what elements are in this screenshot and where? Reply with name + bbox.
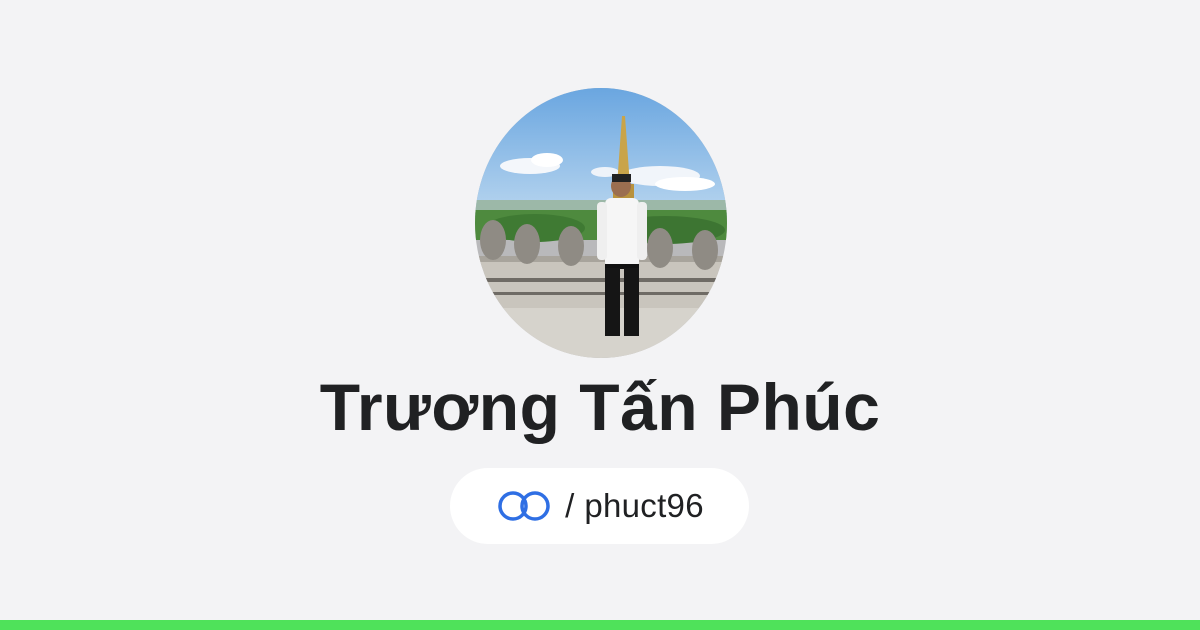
accent-bar — [0, 620, 1200, 630]
profile-card: Trương Tấn Phúc / phuct96 — [0, 0, 1200, 630]
profile-avatar — [475, 88, 727, 358]
avatar-photo — [475, 88, 727, 358]
profile-name: Trương Tấn Phúc — [319, 370, 881, 444]
profile-handle: phuct96 — [584, 487, 704, 524]
profile-handle-link[interactable]: / phuct96 — [450, 468, 749, 544]
linked-rings-logo-icon — [498, 491, 550, 521]
handle-separator: / — [565, 487, 575, 524]
